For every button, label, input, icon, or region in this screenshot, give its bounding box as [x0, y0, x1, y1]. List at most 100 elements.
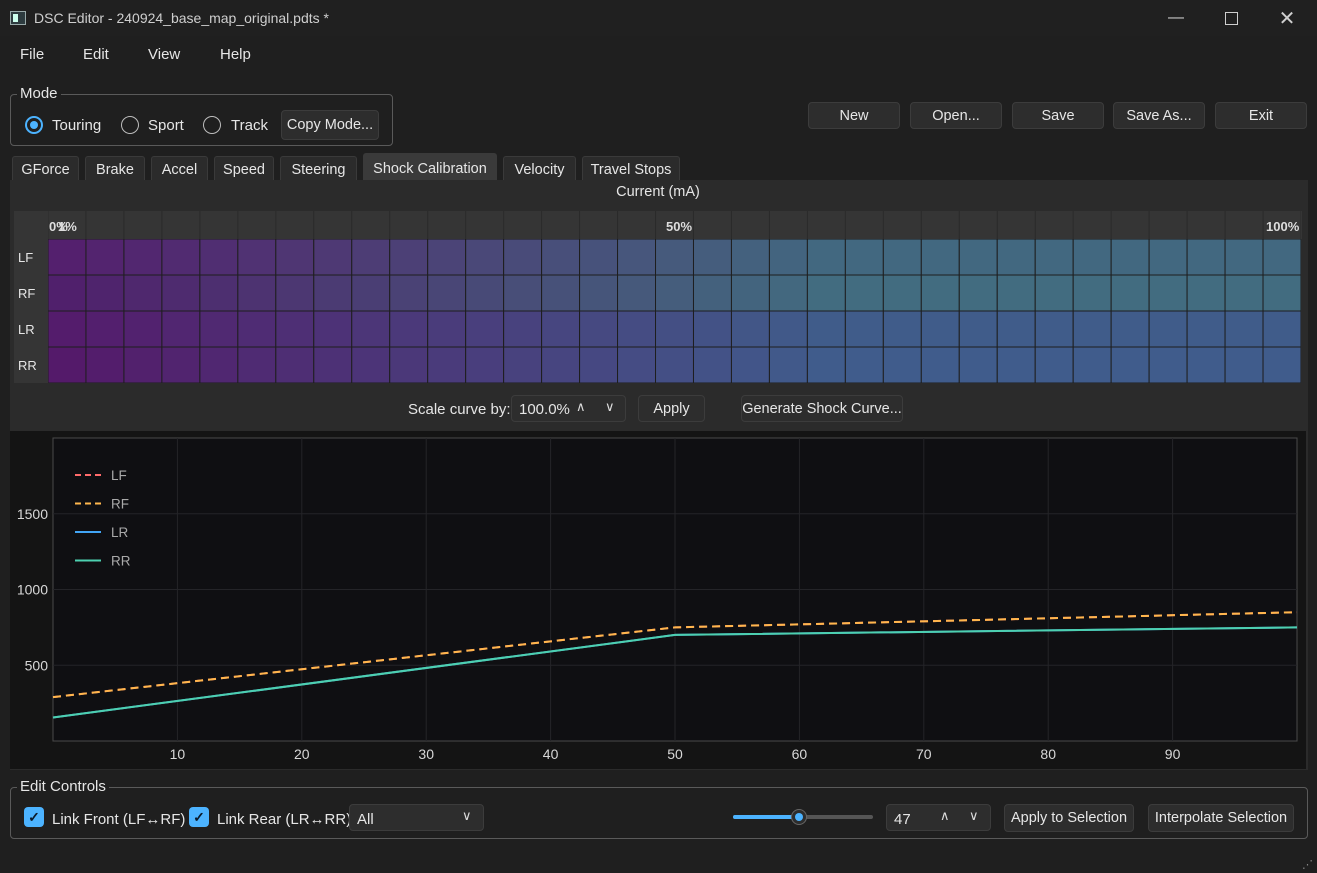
heatmap-cell[interactable]	[1262, 239, 1301, 276]
heatmap-cell[interactable]	[730, 346, 770, 383]
heatmap-cell[interactable]	[1034, 346, 1074, 383]
heatmap-cell[interactable]	[768, 239, 808, 276]
heatmap-cell[interactable]	[351, 239, 391, 276]
heatmap-cell[interactable]	[844, 274, 884, 312]
heatmap-cell[interactable]	[730, 274, 770, 312]
heatmap-cell[interactable]	[541, 310, 581, 348]
chevron-down-icon[interactable]: ∨	[969, 808, 979, 824]
heatmap-cell[interactable]	[655, 346, 694, 383]
heatmap-cell[interactable]	[1072, 239, 1112, 276]
heatmap-cell[interactable]	[1186, 239, 1226, 276]
exit-button[interactable]: Exit	[1215, 102, 1307, 129]
heatmap-cell[interactable]	[237, 239, 277, 276]
heatmap-cell[interactable]	[655, 274, 694, 312]
heatmap-cell[interactable]	[503, 239, 543, 276]
heatmap-cell[interactable]	[237, 310, 277, 348]
heatmap-cell[interactable]	[958, 274, 998, 312]
heatmap-cell[interactable]	[275, 346, 315, 383]
new-button[interactable]: New	[808, 102, 900, 129]
heatmap-cell[interactable]	[1148, 310, 1188, 348]
heatmap-cell[interactable]	[48, 274, 87, 312]
heatmap-cell[interactable]	[123, 346, 163, 383]
heatmap-cell[interactable]	[313, 310, 353, 348]
copy-mode-button[interactable]: Copy Mode...	[281, 110, 379, 140]
heatmap-cell[interactable]	[389, 274, 429, 312]
heatmap-cell[interactable]	[427, 274, 467, 312]
heatmap-cell[interactable]	[844, 310, 884, 348]
link-rear-label[interactable]: Link Rear (LR↔RR)	[217, 811, 351, 828]
heatmap-cell[interactable]	[617, 274, 657, 312]
heatmap-cell[interactable]	[844, 239, 884, 276]
heatmap-cell[interactable]	[237, 274, 277, 312]
shock-curve-chart[interactable]: 10 20 30 40 50 60 70 80 90 500 1000 1500 LF RF LR RR	[0, 431, 1317, 771]
sport-label[interactable]: Sport	[148, 117, 184, 134]
heatmap-cell[interactable]	[465, 239, 505, 276]
slider-handle[interactable]	[790, 809, 807, 825]
heatmap-cell[interactable]	[1110, 239, 1150, 276]
heatmap-cell[interactable]	[579, 310, 619, 348]
chevron-down-icon[interactable]: ∨	[605, 399, 615, 415]
heatmap-cell[interactable]	[465, 274, 505, 312]
heatmap-cell[interactable]	[427, 239, 467, 276]
tab-steering[interactable]: Steering	[280, 156, 357, 182]
heatmap-cell[interactable]	[579, 274, 619, 312]
resize-grip-icon[interactable]: ⋰	[1302, 858, 1313, 871]
heatmap-cell[interactable]	[806, 274, 846, 312]
chevron-down-icon[interactable]: ∨	[462, 808, 472, 824]
heatmap-cell[interactable]	[503, 274, 543, 312]
heatmap-cell[interactable]	[275, 310, 315, 348]
heatmap-cell[interactable]	[692, 346, 732, 383]
heatmap-cell[interactable]	[85, 239, 125, 276]
menu-view[interactable]: View	[148, 46, 180, 63]
heatmap-cell[interactable]	[48, 239, 87, 276]
tab-shock-calibration[interactable]: Shock Calibration	[363, 153, 497, 183]
heatmap-cell[interactable]	[655, 239, 694, 276]
tab-speed[interactable]: Speed	[214, 156, 274, 182]
heatmap-cell[interactable]	[1186, 274, 1226, 312]
heatmap-cell[interactable]	[389, 346, 429, 383]
heatmap-cell[interactable]	[48, 310, 87, 348]
heatmap-cell[interactable]	[313, 239, 353, 276]
heatmap-cell[interactable]	[882, 274, 922, 312]
heatmap-cell[interactable]	[1262, 346, 1301, 383]
heatmap-cell[interactable]	[768, 274, 808, 312]
heatmap-cell[interactable]	[920, 310, 960, 348]
heatmap-cell[interactable]	[655, 310, 694, 348]
generate-shock-curve-button[interactable]: Generate Shock Curve...	[741, 395, 903, 422]
heatmap-cell[interactable]	[275, 239, 315, 276]
heatmap-cell[interactable]	[1110, 274, 1150, 312]
chevron-up-icon[interactable]: ∧	[940, 808, 950, 824]
heatmap-cell[interactable]	[1034, 310, 1074, 348]
heatmap-cell[interactable]	[958, 239, 998, 276]
heatmap-cell[interactable]	[996, 310, 1036, 348]
heatmap-cell[interactable]	[1148, 239, 1188, 276]
heatmap-cell[interactable]	[617, 310, 657, 348]
heatmap-cell[interactable]	[1034, 239, 1074, 276]
heatmap-cell[interactable]	[692, 310, 732, 348]
heatmap-cell[interactable]	[1224, 274, 1264, 312]
sport-radio[interactable]	[121, 116, 139, 134]
save-as-button[interactable]: Save As...	[1113, 102, 1205, 129]
maximize-icon[interactable]	[1203, 0, 1259, 36]
heatmap-cell[interactable]	[806, 239, 846, 276]
heatmap-cell[interactable]	[579, 346, 619, 383]
tab-accel[interactable]: Accel	[151, 156, 208, 182]
link-front-label[interactable]: Link Front (LF↔RF)	[52, 811, 185, 828]
link-rear-checkbox[interactable]: ✓	[189, 807, 209, 827]
heatmap-cell[interactable]	[1034, 274, 1074, 312]
heatmap-cell[interactable]	[351, 310, 391, 348]
heatmap-cell[interactable]	[806, 346, 846, 383]
heatmap-cell[interactable]	[692, 274, 732, 312]
heatmap-cell[interactable]	[123, 239, 163, 276]
heatmap-cell[interactable]	[996, 274, 1036, 312]
track-radio[interactable]	[203, 116, 221, 134]
heatmap-cell[interactable]	[1072, 274, 1112, 312]
heatmap-cell[interactable]	[1072, 346, 1112, 383]
heatmap-cell[interactable]	[1224, 310, 1264, 348]
heatmap-cell[interactable]	[351, 346, 391, 383]
heatmap-cell[interactable]	[920, 239, 960, 276]
heatmap-cell[interactable]	[1110, 310, 1150, 348]
heatmap-cell[interactable]	[1110, 346, 1150, 383]
heatmap-cell[interactable]	[123, 274, 163, 312]
value-spinbox-value[interactable]: 47	[894, 811, 911, 828]
